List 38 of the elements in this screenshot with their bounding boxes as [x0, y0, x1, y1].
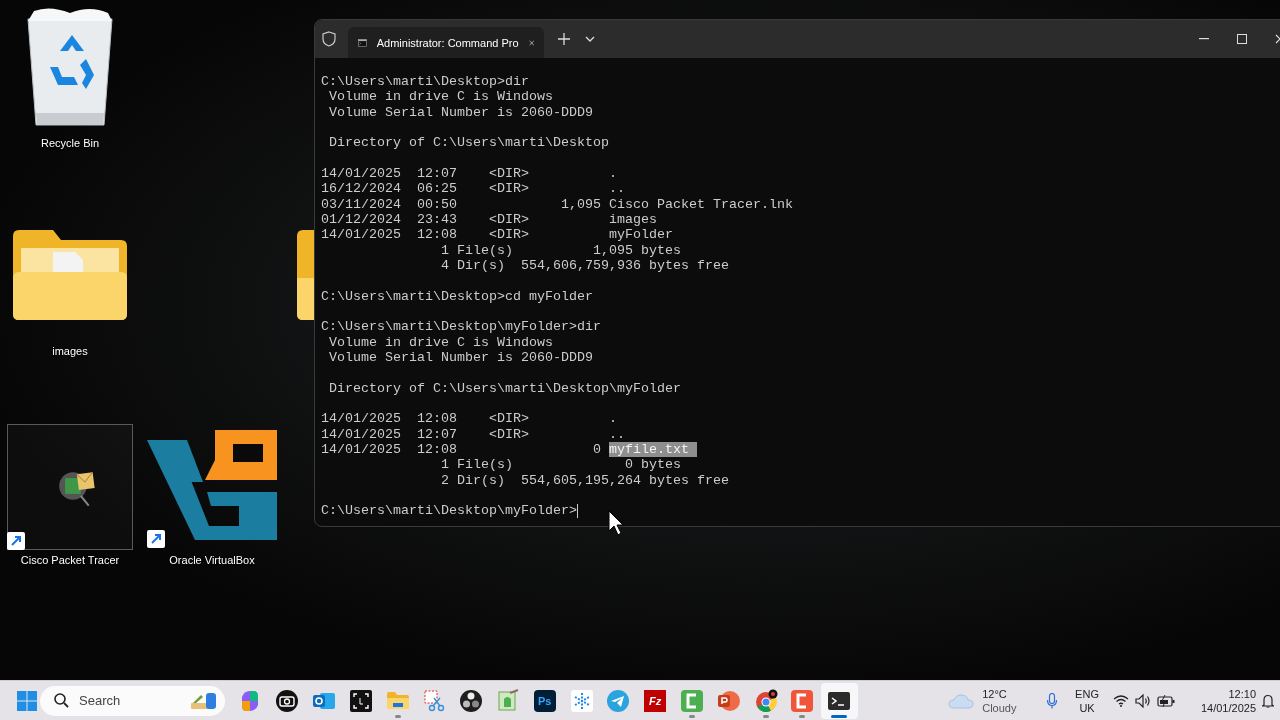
clock[interactable]: 12:10 14/01/2025	[1200, 686, 1256, 715]
console-line: Volume Serial Number is 2060-DDD9	[328, 104, 593, 120]
console-line: 01/12/2024 23:43 <DIR> images	[321, 211, 657, 228]
temperature-text: 12°C	[982, 686, 1008, 701]
desktop-icon-label[interactable]: Recycle Bin	[0, 135, 153, 151]
console-line: 14/01/2025 12:08 <DIR> myFolder	[321, 227, 673, 243]
console-line: Directory of C:\Users\marti\Desktop	[328, 135, 609, 151]
search-bar[interactable]: Search	[40, 685, 225, 716]
console-line: Volume in drive C is Windows	[328, 334, 553, 350]
weather-condition-text: Cloudy	[982, 700, 1017, 715]
console-line: 14/01/2025 12:08 0	[321, 441, 602, 458]
console-line: C:\Users\marti\Desktop>cd myFolder	[321, 288, 593, 304]
console-line: 14/01/2025 12:07 <DIR> ..	[321, 426, 625, 442]
language-indicator[interactable]: ENG UK	[1075, 686, 1099, 715]
console-line: 2 Dir(s) 554,605,195,264 bytes free	[439, 472, 729, 488]
console-line: 03/11/2024 00:50 1,095 Cisco Packet Tracer.lnk	[321, 196, 793, 212]
console-line: 16/12/2024 06:25 <DIR> ..	[321, 181, 625, 197]
search-input[interactable]: Search	[79, 693, 179, 708]
taskbar-app-button[interactable]: Ps	[526, 682, 564, 719]
ftp-app-logo: Fz	[644, 689, 667, 712]
taskbar-app-button[interactable]: Fz	[636, 682, 674, 719]
desktop-icon-label[interactable]: images	[0, 343, 153, 359]
console-line: 1 File(s) 0 bytes	[439, 457, 681, 473]
weather-widget[interactable]: 12°C Cloudy	[948, 686, 1017, 715]
console-line: 1 File(s) 1,095 bytes	[439, 242, 681, 258]
selected-text: myfile.txt	[608, 441, 697, 458]
terminal-tab[interactable]: Administrator: Command Pro	[348, 27, 544, 58]
console-line: 4 Dir(s) 554,606,759,936 bytes free	[439, 257, 729, 274]
console-line: Directory of C:\Users\marti\Desktop\myFolder	[328, 380, 681, 396]
console-line: 14/01/2025 12:08 <DIR> .	[321, 411, 617, 427]
console-line: C:\Users\marti\Desktop\myFolder>dir	[321, 319, 601, 335]
console-line: 14/01/2025 12:07 <DIR> .	[321, 165, 617, 182]
console-line: Volume Serial Number is 2060-DDD9	[328, 349, 593, 366]
console-line: C:\Users\marti\Desktop>dir	[321, 74, 529, 90]
tab-title: Administrator: Command Pro	[376, 36, 519, 49]
console-line: C:\Users\marti\Desktop\myFolder>	[321, 503, 577, 519]
photo-editor-logo: Ps	[533, 689, 556, 712]
console-line: Volume in drive C is Windows	[328, 89, 553, 105]
